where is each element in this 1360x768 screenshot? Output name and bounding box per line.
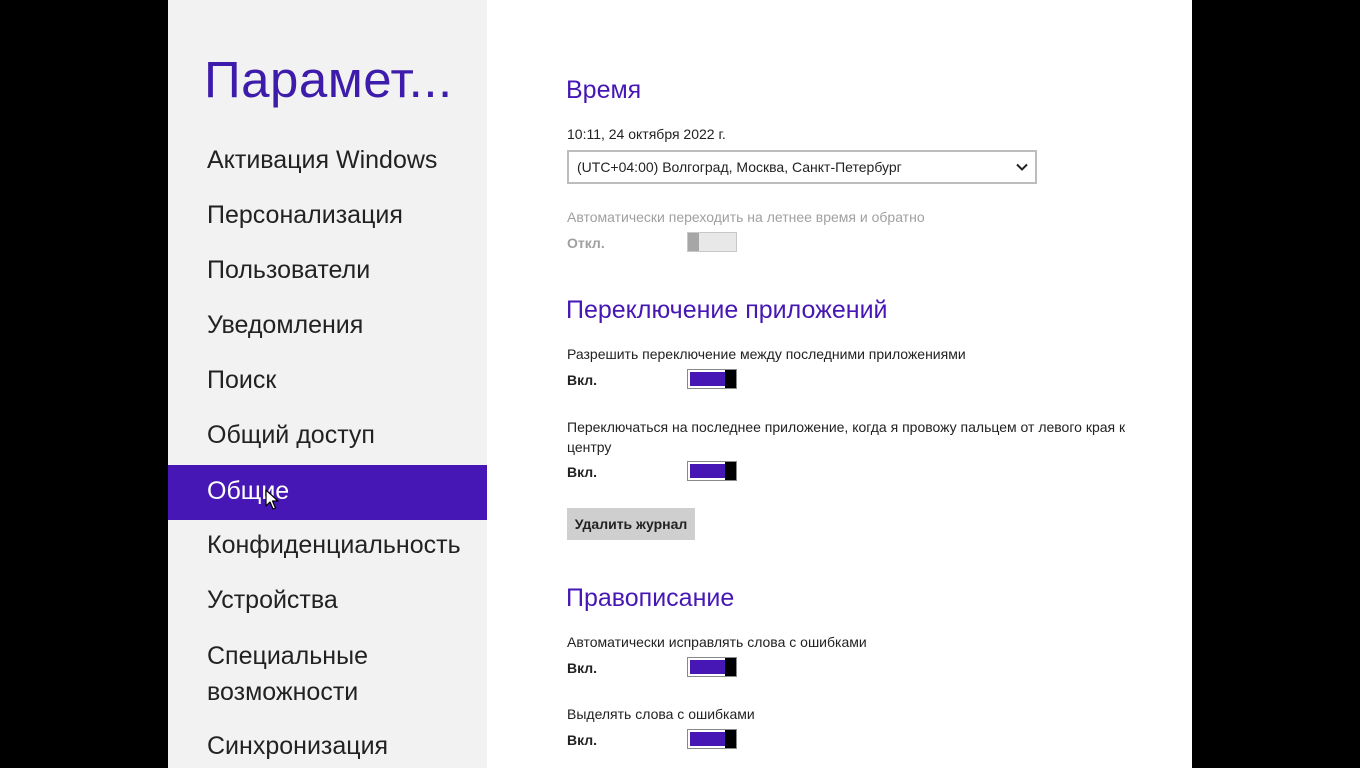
nav-item-label: Персонализация: [207, 201, 403, 229]
nav-item-devices[interactable]: Устройства: [168, 574, 487, 629]
mouse-cursor-icon: [265, 489, 279, 510]
settings-content-pane: Время 10:11, 24 октября 2022 г. (UTC+04:…: [487, 0, 1192, 768]
timezone-dropdown[interactable]: (UTC+04:00) Волгоград, Москва, Санкт-Пет…: [567, 150, 1037, 184]
nav-title: Парамет...: [204, 51, 453, 108]
timezone-value: (UTC+04:00) Волгоград, Москва, Санкт-Пет…: [577, 159, 902, 175]
nav-item-label: Активация Windows: [207, 146, 438, 174]
toggle-thumb: [725, 462, 736, 480]
current-datetime: 10:11, 24 октября 2022 г.: [567, 126, 726, 142]
settings-window: Парамет... Активация Windows Персонализа…: [168, 0, 1192, 768]
nav-item-label: Уведомления: [207, 311, 364, 339]
nav-item-label: Общий доступ: [207, 421, 375, 449]
nav-item-label: Поиск: [207, 366, 277, 394]
nav-item-privacy[interactable]: Конфиденциальность: [168, 519, 487, 574]
toggle-thumb: [725, 658, 736, 676]
clear-history-button[interactable]: Удалить журнал: [567, 508, 695, 540]
toggle-thumb: [688, 233, 699, 251]
nav-item-sync[interactable]: Синхронизация: [168, 720, 487, 768]
settings-nav-pane: Парамет... Активация Windows Персонализа…: [168, 0, 487, 768]
allow-switching-label: Разрешить переключение между последними …: [567, 346, 966, 362]
highlight-misspelled-toggle[interactable]: [687, 729, 737, 749]
spelling-heading: Правописание: [566, 584, 735, 612]
toggle-thumb: [725, 370, 736, 388]
toggle-track: [690, 464, 726, 478]
dst-toggle[interactable]: [687, 232, 737, 252]
toggle-track: [690, 660, 726, 674]
autocorrect-toggle[interactable]: [687, 657, 737, 677]
highlight-misspelled-state: Вкл.: [567, 732, 598, 748]
nav-item-notifications[interactable]: Уведомления: [168, 299, 487, 354]
nav-item-users[interactable]: Пользователи: [168, 244, 487, 299]
nav-item-label: Устройства: [207, 586, 338, 614]
autocorrect-state: Вкл.: [567, 660, 598, 676]
swipe-switch-state: Вкл.: [567, 464, 598, 480]
nav-item-windows-activation[interactable]: Активация Windows: [168, 134, 487, 189]
allow-switching-state: Вкл.: [567, 372, 598, 388]
nav-item-search[interactable]: Поиск: [168, 354, 487, 409]
toggle-track: [690, 732, 726, 746]
nav-item-accessibility[interactable]: Специальные возможности: [168, 636, 487, 711]
swipe-switch-toggle[interactable]: [687, 461, 737, 481]
toggle-track: [690, 372, 726, 386]
nav-item-label: Специальные возможности: [207, 642, 368, 706]
swipe-switch-label: Переключаться на последнее приложение, к…: [567, 419, 1126, 455]
nav-item-label: Синхронизация: [207, 732, 389, 760]
nav-item-share[interactable]: Общий доступ: [168, 409, 487, 464]
time-heading: Время: [566, 76, 642, 104]
nav-item-general[interactable]: Общие: [168, 465, 487, 520]
dst-state: Откл.: [567, 235, 605, 251]
autocorrect-label: Автоматически исправлять слова с ошибкам…: [567, 634, 867, 650]
app-switching-heading: Переключение приложений: [566, 296, 888, 324]
highlight-misspelled-label: Выделять слова с ошибками: [567, 706, 755, 722]
nav-item-label: Пользователи: [207, 256, 371, 284]
chevron-down-icon: [1016, 163, 1028, 171]
allow-switching-toggle[interactable]: [687, 369, 737, 389]
nav-item-label: Конфиденциальность: [207, 531, 461, 559]
dst-label: Автоматически переходить на летнее время…: [567, 209, 925, 225]
nav-item-personalization[interactable]: Персонализация: [168, 189, 487, 244]
toggle-thumb: [725, 730, 736, 748]
